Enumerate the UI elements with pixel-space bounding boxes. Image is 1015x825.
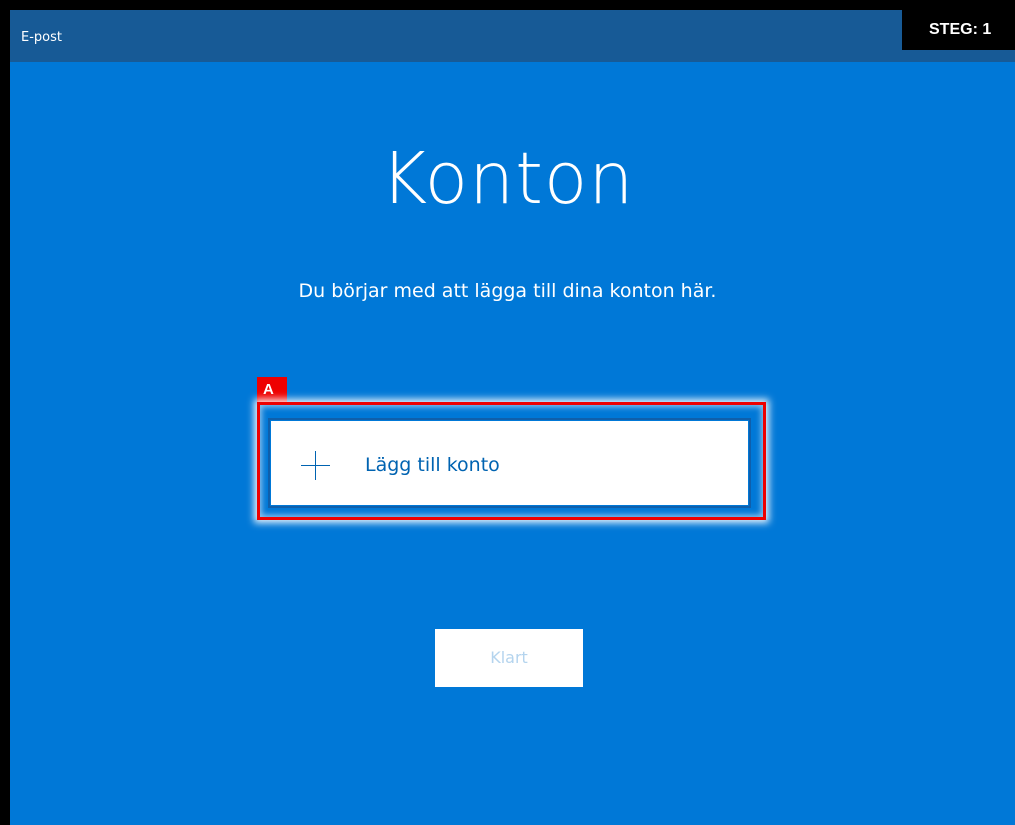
title-bar[interactable]: E-post <box>10 10 1015 62</box>
window-title: E-post <box>21 30 62 45</box>
done-button[interactable]: Klart <box>435 629 583 687</box>
annotation-tag: A <box>257 377 287 402</box>
step-badge: STEG: 1 <box>902 10 1015 50</box>
add-account-button[interactable]: Lägg till konto <box>268 418 751 508</box>
page-title: Konton <box>380 137 635 220</box>
add-account-label: Lägg till konto <box>365 454 500 476</box>
plus-icon <box>301 451 330 480</box>
page-subtitle: Du börjar med att lägga till dina konton… <box>298 280 717 302</box>
